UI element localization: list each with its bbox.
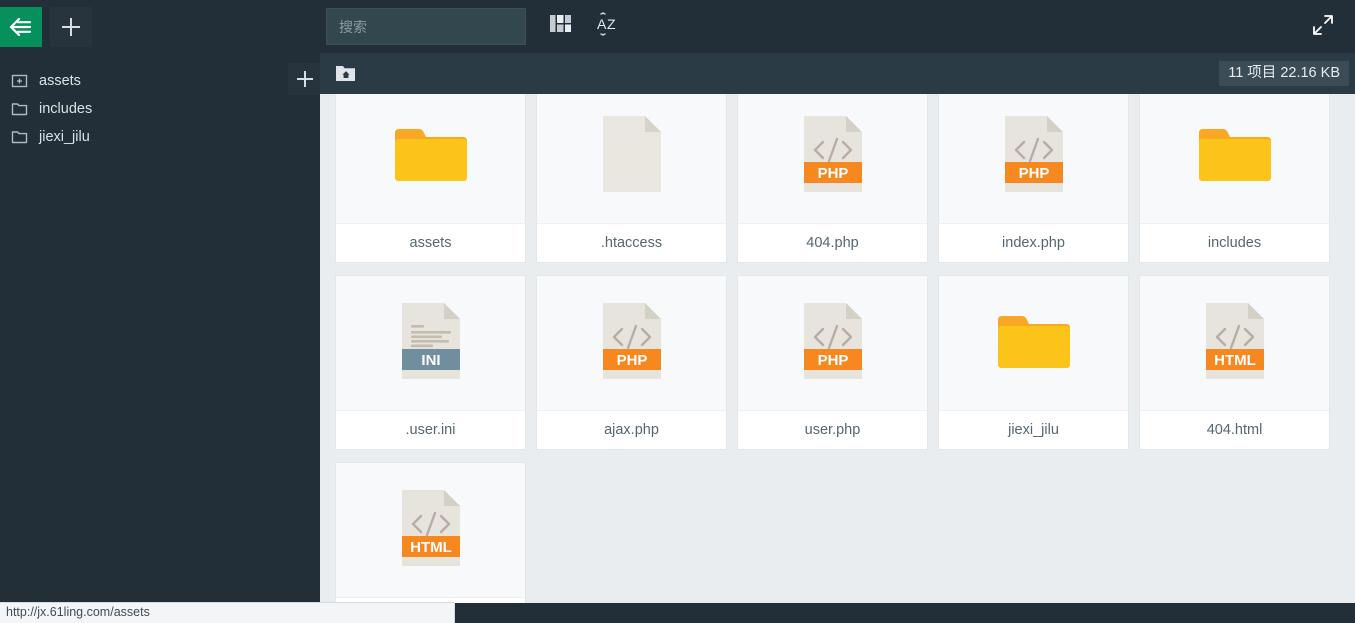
sidebar-item-label: jiexi_jilu (39, 129, 90, 145)
file-tile-label: 404.html (1140, 410, 1329, 449)
folder-icon (393, 123, 469, 190)
file-tile[interactable]: jiexi_jilu (938, 275, 1129, 450)
svg-text:Z: Z (607, 16, 616, 32)
file-tile-label: includes (1140, 223, 1329, 262)
file-thumbnail: HTML (336, 463, 525, 597)
php-file-icon: PHP (601, 301, 663, 386)
file-tile-label: assets (336, 223, 525, 262)
folder-icon (1197, 123, 1273, 190)
plus-icon (296, 71, 313, 87)
sidebar-item-includes[interactable]: includes (0, 95, 288, 123)
file-grid-pane[interactable]: assets .htaccess PHP 404.php PHP index.php inc… (320, 94, 1355, 603)
php-file-icon: PHP (802, 114, 864, 199)
sidebar-item-label: assets (39, 73, 81, 89)
file-tile[interactable]: PHP user.php (737, 275, 928, 450)
svg-text:HTML: HTML (1214, 352, 1256, 369)
file-thumbnail: HTML (1140, 276, 1329, 410)
plus-icon (62, 17, 80, 36)
sidebar: assets includes jiexi_jilu (0, 53, 321, 603)
back-arrow-icon (9, 17, 33, 36)
file-tile[interactable]: PHP index.php (938, 94, 1129, 263)
file-tile-label: ajax.php (537, 410, 726, 449)
file-tile[interactable]: INI .user.ini (335, 275, 526, 450)
file-thumbnail: INI (336, 276, 525, 410)
sidebar-item-label: includes (39, 101, 93, 117)
file-tile[interactable]: includes (1139, 94, 1330, 263)
file-thumbnail: PHP (939, 94, 1128, 223)
fullscreen-expand-icon (1312, 14, 1334, 41)
file-tile-label: 404.php (738, 223, 927, 262)
svg-text:A: A (597, 16, 607, 32)
file-tile[interactable]: HTML 404.html (1139, 275, 1330, 450)
php-file-icon: PHP (1003, 114, 1065, 199)
php-file-icon: PHP (802, 301, 864, 386)
file-tile-label: .htaccess (537, 223, 726, 262)
grid-view-icon (549, 15, 571, 37)
svg-text:HTML: HTML (410, 539, 452, 556)
html-file-icon: HTML (400, 488, 462, 573)
file-tile[interactable]: PHP 404.php (737, 94, 928, 263)
svg-text:PHP: PHP (817, 352, 848, 369)
breadcrumb-bar: 11 项目 22.16 KB (320, 53, 1355, 94)
svg-text:PHP: PHP (817, 165, 848, 182)
file-thumbnail (336, 94, 525, 223)
status-badge: 11 项目 22.16 KB (1219, 61, 1349, 86)
html-file-icon: HTML (1204, 301, 1266, 386)
sort-button[interactable]: A Z (590, 10, 624, 42)
view-mode-button[interactable] (543, 10, 577, 42)
back-button[interactable] (0, 6, 42, 47)
file-tile[interactable]: .htaccess (536, 94, 727, 263)
file-tile[interactable]: PHP ajax.php (536, 275, 727, 450)
file-tile-label: index.php (939, 223, 1128, 262)
sidebar-item-jiexi_jilu[interactable]: jiexi_jilu (0, 123, 288, 151)
breadcrumb-home-button[interactable] (335, 63, 357, 83)
sidebar-item-assets[interactable]: assets (0, 67, 288, 95)
ini-file-icon: INI (400, 301, 462, 386)
file-thumbnail: PHP (537, 276, 726, 410)
file-tile-label: jiexi_jilu (939, 410, 1128, 449)
file-tile[interactable]: assets (335, 94, 526, 263)
file-tile-label: .user.ini (336, 410, 525, 449)
file-manager-window: A Z (0, 0, 1355, 623)
folder-expandable-icon[interactable] (11, 73, 30, 89)
folder-tree: assets includes jiexi_jilu (0, 67, 288, 151)
home-folder-icon (335, 66, 357, 87)
file-thumbnail (939, 276, 1128, 410)
search-field-wrapper (326, 8, 526, 45)
file-thumbnail (537, 94, 726, 223)
file-tile-label: user.php (738, 410, 927, 449)
sidebar-add-button[interactable] (288, 63, 321, 95)
search-input[interactable] (326, 8, 526, 45)
fullscreen-button[interactable] (1306, 11, 1340, 43)
file-grid: assets .htaccess PHP 404.php PHP index.php inc… (330, 94, 1355, 603)
file-tile[interactable]: HTMLindex.html (335, 462, 526, 603)
file-thumbnail: PHP (738, 94, 927, 223)
top-toolbar: A Z (0, 0, 1355, 53)
svg-text:INI: INI (421, 352, 440, 369)
svg-text:PHP: PHP (616, 352, 647, 369)
folder-icon (11, 129, 30, 145)
file-thumbnail: PHP (738, 276, 927, 410)
status-url-bar: http://jx.61ling.com/assets (0, 602, 455, 623)
folder-icon (11, 101, 30, 117)
new-item-button[interactable] (50, 6, 92, 47)
blank-file-icon (601, 114, 663, 199)
sort-az-icon: A Z (594, 11, 620, 41)
file-thumbnail (1140, 94, 1329, 223)
svg-text:PHP: PHP (1018, 165, 1049, 182)
folder-icon (996, 310, 1072, 377)
